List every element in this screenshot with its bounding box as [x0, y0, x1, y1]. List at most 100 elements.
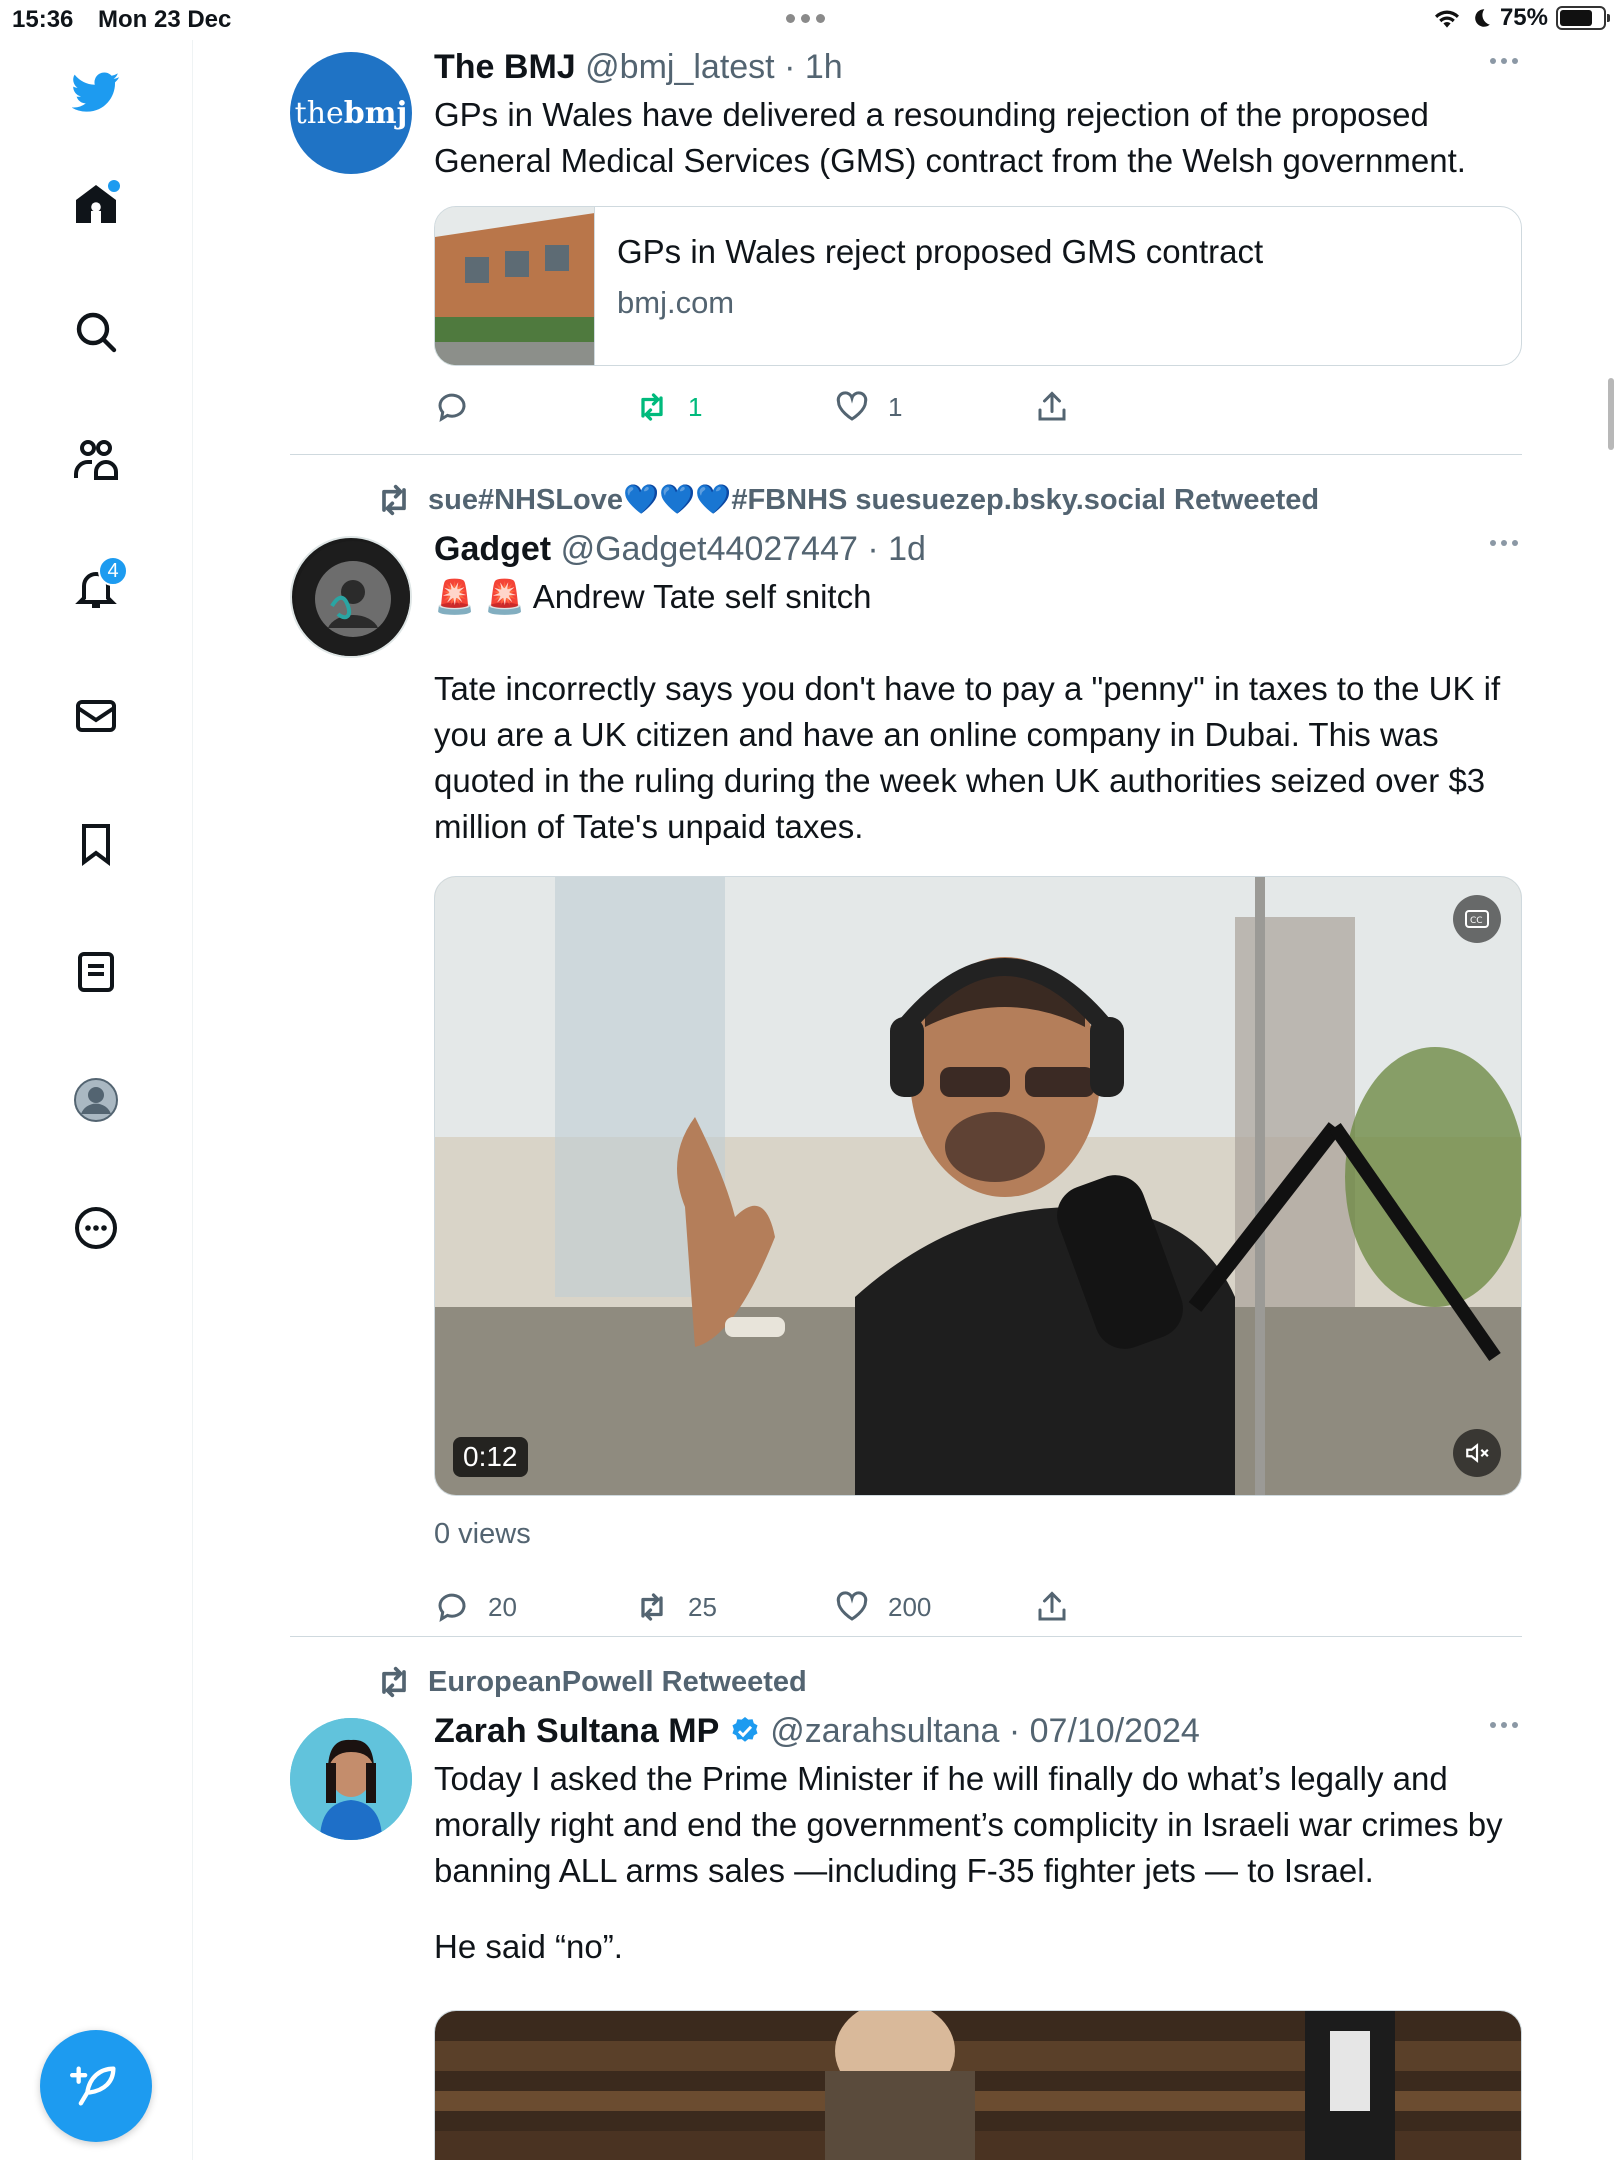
- retweeted-by-text: EuropeanPowell Retweeted: [428, 1665, 807, 1698]
- status-time: 15:36: [12, 6, 74, 33]
- tweet-text-body: Tate incorrectly says you don't have to …: [434, 670, 1501, 845]
- battery-icon: [1556, 6, 1610, 30]
- sidebar: 4: [0, 40, 193, 2160]
- tweet-text-body: Today I asked the Prime Minister if he w…: [434, 1760, 1503, 1889]
- reply-button[interactable]: 20: [434, 1584, 517, 1630]
- avatar-bmj-logo: thebmj: [294, 95, 408, 131]
- author-handle[interactable]: @zarahsultana: [770, 1712, 999, 1750]
- tweet-text: GPs in Wales have delivered a resounding…: [434, 96, 1466, 179]
- avatar-photo: [290, 1718, 412, 1840]
- nav-bookmarks[interactable]: [60, 808, 132, 880]
- tweet-time[interactable]: 1d: [888, 530, 926, 568]
- video-thumbnail: [435, 2011, 1521, 2160]
- nav-communities[interactable]: [60, 424, 132, 496]
- battery-percent: 75%: [1499, 4, 1548, 31]
- compose-tweet-button[interactable]: [40, 2030, 152, 2142]
- home-new-dot: [108, 180, 120, 192]
- like-button[interactable]: 200: [834, 1584, 931, 1630]
- tweet-header: Gadget @Gadget44027447 · 1d: [434, 526, 1522, 572]
- retweet-small-icon: [382, 1666, 406, 1698]
- list-icon: [78, 952, 114, 992]
- profile-avatar-icon: [74, 1078, 118, 1122]
- retweet-count: 25: [688, 1591, 717, 1622]
- verified-badge-icon: [732, 1717, 758, 1742]
- nav-lists[interactable]: [60, 936, 132, 1008]
- author-handle[interactable]: @Gadget44027447: [561, 530, 858, 568]
- author-name[interactable]: Zarah Sultana MP: [434, 1712, 719, 1750]
- video-thumbnail: [435, 877, 1521, 1495]
- retweet-icon: [641, 1593, 663, 1621]
- reply-icon: [438, 1593, 466, 1622]
- link-card[interactable]: GPs in Wales reject proposed GMS contrac…: [434, 206, 1522, 366]
- retweet-small-icon: [382, 484, 406, 516]
- twitter-logo-icon[interactable]: [60, 56, 132, 128]
- status-bar: 15:36 Mon 23 Dec 75%: [0, 0, 1620, 40]
- video-duration: 0:12: [453, 1437, 528, 1477]
- link-card-title: GPs in Wales reject proposed GMS contrac…: [617, 233, 1264, 270]
- nav-notifications[interactable]: 4: [60, 552, 132, 624]
- more-circle-icon: [75, 1207, 117, 1249]
- compose-feather-icon: [70, 2066, 116, 2106]
- tweet-divider: [290, 1636, 1522, 1637]
- share-button[interactable]: [1034, 1584, 1070, 1630]
- reply-count: 20: [488, 1591, 517, 1622]
- multitasking-dots-icon[interactable]: [786, 14, 825, 23]
- more-options-icon[interactable]: [1490, 58, 1518, 64]
- avatar-bmj[interactable]: thebmj: [290, 52, 412, 174]
- view-count: 0 views: [434, 1518, 531, 1550]
- tweet-time[interactable]: 07/10/2024: [1030, 1712, 1200, 1750]
- search-icon: [76, 312, 117, 353]
- more-options-icon[interactable]: [1490, 540, 1518, 546]
- long-covid-awareness-badge: [295, 541, 410, 656]
- retweeted-by-line[interactable]: sue#NHSLove💙💙💙#FBNHS suesuezep.bsky.soci…: [374, 480, 1319, 520]
- reply-button[interactable]: [434, 384, 488, 430]
- video-player[interactable]: [434, 2010, 1522, 2160]
- retweet-button[interactable]: 25: [634, 1584, 717, 1630]
- nav-profile[interactable]: [60, 1064, 132, 1136]
- mute-toggle-icon[interactable]: [1453, 1429, 1501, 1477]
- moon-icon: [1475, 9, 1490, 27]
- closed-captions-icon[interactable]: CC: [1453, 895, 1501, 943]
- avatar-zarah-sultana[interactable]: [290, 1718, 412, 1840]
- tweet-actions: 20 25 200: [434, 1584, 1334, 1630]
- heart-icon: [836, 1591, 868, 1621]
- avatar-gadget[interactable]: [290, 536, 412, 658]
- scroll-indicator[interactable]: [1608, 378, 1614, 450]
- tweet-bmj[interactable]: thebmj The BMJ @bmj_latest · 1h GPs in W…: [290, 44, 1522, 422]
- nav-explore[interactable]: [60, 296, 132, 368]
- notification-badge: 4: [98, 556, 128, 586]
- nav-messages[interactable]: [60, 680, 132, 752]
- status-indicators: 75%: [1432, 4, 1610, 32]
- tweet-divider: [290, 454, 1522, 455]
- tweet-actions: 1 1: [434, 384, 1334, 430]
- like-button[interactable]: 1: [834, 384, 902, 430]
- status-date: Mon 23 Dec: [98, 6, 232, 33]
- heart-icon: [836, 391, 868, 421]
- retweet-button[interactable]: 1: [634, 384, 702, 430]
- share-button[interactable]: [1034, 384, 1070, 430]
- separator: ·: [867, 530, 879, 568]
- retweeted-by-line[interactable]: EuropeanPowell Retweeted: [374, 1662, 807, 1702]
- nav-more[interactable]: [60, 1192, 132, 1264]
- retweet-count: 1: [688, 391, 703, 422]
- tweet-zarah-sultana[interactable]: EuropeanPowell Retweeted Zarah Sultana M…: [290, 1658, 1522, 2160]
- more-options-icon[interactable]: [1490, 1722, 1518, 1728]
- share-icon: [1038, 391, 1066, 421]
- author-handle[interactable]: @bmj_latest: [585, 48, 774, 86]
- bookmark-icon: [82, 824, 110, 866]
- tweet-text-line1: 🚨 🚨 Andrew Tate self snitch: [434, 578, 872, 615]
- video-player[interactable]: CC 0:12: [434, 876, 1522, 1496]
- communities-icon: [74, 440, 118, 480]
- author-name[interactable]: The BMJ: [434, 48, 576, 86]
- tweet-gadget[interactable]: sue#NHSLove💙💙💙#FBNHS suesuezep.bsky.soci…: [290, 476, 1522, 1622]
- separator: ·: [784, 48, 796, 86]
- like-count: 1: [888, 391, 903, 422]
- nav-home[interactable]: [60, 168, 132, 240]
- author-name[interactable]: Gadget: [434, 530, 551, 568]
- share-icon: [1038, 1591, 1066, 1621]
- tweet-time[interactable]: 1h: [805, 48, 843, 86]
- reply-icon: [438, 393, 466, 422]
- wifi-icon: [1434, 10, 1459, 28]
- tweet-header: The BMJ @bmj_latest · 1h: [434, 44, 1522, 90]
- svg-text:CC: CC: [1470, 916, 1483, 926]
